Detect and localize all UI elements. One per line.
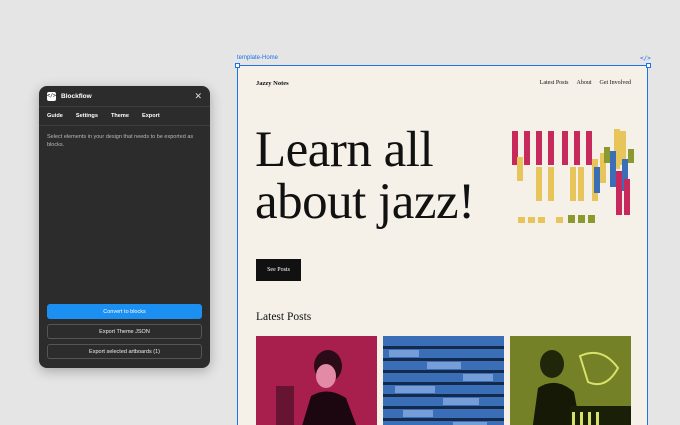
tab-guide[interactable]: Guide — [47, 113, 63, 119]
singer-photo — [256, 336, 377, 425]
post-image-2[interactable] — [383, 336, 504, 425]
nav-latest-posts[interactable]: Latest Posts — [540, 80, 569, 86]
resize-handle-top-left[interactable] — [235, 63, 240, 68]
panel-header: </> Blockflow ✕ — [39, 86, 210, 107]
convert-to-blocks-button[interactable]: Convert to blocks — [47, 304, 202, 319]
tab-export[interactable]: Export — [142, 113, 160, 119]
post-image-1[interactable] — [256, 336, 377, 425]
code-logo-icon: </> — [46, 91, 57, 101]
close-icon[interactable]: ✕ — [194, 91, 202, 101]
site-nav: Latest Posts About Get Involved — [540, 80, 631, 86]
pianist-photo — [510, 336, 631, 425]
latest-posts-heading: Latest Posts — [256, 311, 312, 323]
tab-theme[interactable]: Theme — [111, 113, 129, 119]
panel-description: Select elements in your design that need… — [47, 134, 194, 148]
panel-tabs: Guide Settings Theme Export — [39, 107, 210, 126]
blockflow-panel: </> Blockflow ✕ Guide Settings Theme Exp… — [39, 86, 210, 368]
tab-settings[interactable]: Settings — [76, 113, 98, 119]
hero-line-1: Learn all — [255, 122, 434, 178]
panel-title: Blockflow — [61, 92, 92, 100]
code-view-icon[interactable]: </> — [640, 55, 651, 62]
export-theme-json-button[interactable]: Export Theme JSON — [47, 324, 202, 339]
export-artboards-button[interactable]: Export selected artboards (1) — [47, 344, 202, 359]
jazz-keys-illustration — [512, 129, 634, 223]
hero-heading: Learn all about jazz! — [255, 124, 475, 228]
nav-about[interactable]: About — [577, 80, 592, 86]
post-image-3[interactable] — [510, 336, 631, 425]
frame-label[interactable]: template-Home — [237, 55, 278, 61]
nav-get-involved[interactable]: Get Involved — [600, 80, 632, 86]
resize-handle-top-right[interactable] — [646, 63, 651, 68]
see-posts-button[interactable]: See Posts — [256, 259, 301, 281]
template-home-frame[interactable]: Jazzy Notes Latest Posts About Get Invol… — [237, 65, 648, 425]
site-title[interactable]: Jazzy Notes — [256, 80, 289, 87]
records-photo — [383, 336, 504, 425]
hero-line-2: about jazz! — [255, 174, 475, 230]
